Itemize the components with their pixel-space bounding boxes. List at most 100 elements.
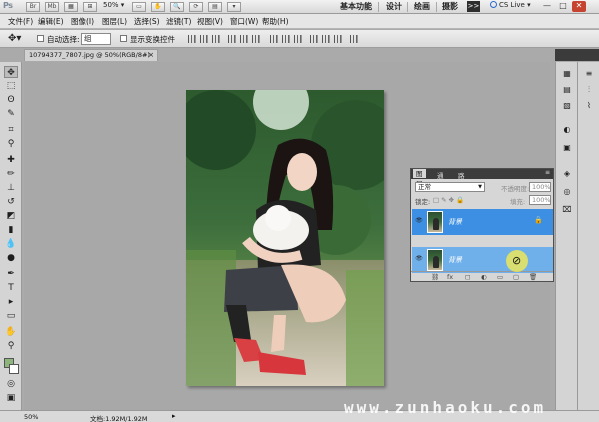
type-tool-icon[interactable]: T xyxy=(4,282,18,294)
workspace-photography[interactable]: 摄影 xyxy=(442,1,458,12)
adjustments-panel-icon[interactable]: ◐ xyxy=(561,124,573,135)
close-document-icon[interactable]: × xyxy=(148,50,154,61)
status-menu-icon[interactable]: ▸ xyxy=(172,412,176,420)
auto-align-icon[interactable] xyxy=(350,35,358,43)
maximize-button[interactable]: □ xyxy=(556,1,570,12)
menu-layer[interactable]: 图层(L) xyxy=(102,16,127,27)
styles-panel-icon[interactable]: ▧ xyxy=(561,100,573,111)
fx-icon[interactable]: fx xyxy=(447,273,453,281)
layers-panel-icon[interactable]: ◈ xyxy=(561,168,573,179)
screen-mode-icon[interactable]: ▣ xyxy=(4,392,18,404)
new-layer-icon[interactable]: ▢ xyxy=(513,273,519,281)
distribute-left-icon[interactable] xyxy=(310,35,318,43)
panel-menu-icon[interactable]: ≡ xyxy=(545,169,550,176)
cs-live-button[interactable]: CS Live ▾ xyxy=(490,1,531,9)
auto-select-checkbox[interactable] xyxy=(37,35,44,42)
clone-stamp-tool-icon[interactable]: ⊥ xyxy=(4,182,18,194)
workspace-essentials[interactable]: 基本功能 xyxy=(340,1,372,12)
zoom-icon-button[interactable]: 🔍 xyxy=(170,2,184,12)
menu-edit[interactable]: 编辑(E) xyxy=(38,16,64,27)
close-button[interactable]: ✕ xyxy=(572,1,586,12)
extras-button[interactable]: ▾ xyxy=(227,2,241,12)
menu-select[interactable]: 选择(S) xyxy=(134,16,160,27)
zoom-level-select[interactable]: 50% ▾ xyxy=(103,1,124,9)
history-brush-tool-icon[interactable]: ↺ xyxy=(4,196,18,208)
distribute-hcenter-icon[interactable] xyxy=(322,35,330,43)
shape-tool-icon[interactable]: ▭ xyxy=(4,310,18,322)
show-transform-checkbox[interactable] xyxy=(120,35,127,42)
align-top-icon[interactable] xyxy=(188,35,196,43)
distribute-right-icon[interactable] xyxy=(334,35,342,43)
move-tool-preset-icon[interactable]: ✥▾ xyxy=(8,33,21,44)
eraser-tool-icon[interactable]: ◩ xyxy=(4,210,18,222)
workspace-painting[interactable]: 绘画 xyxy=(414,1,430,12)
menu-view[interactable]: 视图(V) xyxy=(197,16,223,27)
eye-icon[interactable]: 👁 xyxy=(415,255,423,263)
panel-dock-header[interactable] xyxy=(555,49,599,61)
align-left-icon[interactable] xyxy=(228,35,236,43)
history-panel-icon[interactable]: ≡ xyxy=(583,68,595,79)
zoom-tool-icon[interactable]: ⚲ xyxy=(4,340,18,352)
workspace-design[interactable]: 设计 xyxy=(386,1,402,12)
mini-bridge-button[interactable]: Mb xyxy=(45,2,59,12)
eyedropper-tool-icon[interactable]: ⚲ xyxy=(4,138,18,150)
document-tab[interactable]: 10794377_7807.jpg @ 50%(RGB/8#) × xyxy=(24,49,158,61)
healing-brush-tool-icon[interactable]: ✚ xyxy=(4,154,18,166)
tab-layers[interactable]: 图层 xyxy=(413,169,426,188)
trash-icon[interactable]: 🗑 xyxy=(529,273,537,281)
menu-help[interactable]: 帮助(H) xyxy=(262,16,289,27)
bridge-button[interactable]: Br xyxy=(26,2,40,12)
path-selection-tool-icon[interactable]: ▸ xyxy=(4,296,18,308)
auto-select-dropdown[interactable]: 组 xyxy=(81,33,111,45)
pen-tool-icon[interactable]: ✒ xyxy=(4,268,18,280)
lasso-tool-icon[interactable]: ʘ xyxy=(4,94,18,106)
move-tool-icon[interactable]: ✥ xyxy=(4,66,18,78)
blur-tool-icon[interactable]: 💧 xyxy=(4,238,18,250)
menu-filter[interactable]: 滤镜(T) xyxy=(166,16,191,27)
distribute-top-icon[interactable] xyxy=(270,35,278,43)
document-image[interactable] xyxy=(186,90,384,386)
align-right-icon[interactable] xyxy=(252,35,260,43)
screen-mode-button[interactable]: ▭ xyxy=(132,2,146,12)
brush-presets-icon[interactable]: ⌇ xyxy=(583,100,595,111)
status-zoom[interactable]: 50% xyxy=(24,413,38,421)
layer-row[interactable]: 👁 背景 🔒 xyxy=(412,209,553,235)
swatches-panel-icon[interactable]: ▤ xyxy=(561,84,573,95)
marquee-tool-icon[interactable]: ⬚ xyxy=(4,80,18,92)
rotate-view-button[interactable]: ⟳ xyxy=(189,2,203,12)
layout-button[interactable]: ▤ xyxy=(208,2,222,12)
align-hcenter-icon[interactable] xyxy=(240,35,248,43)
align-vcenter-icon[interactable] xyxy=(200,35,208,43)
color-panel-icon[interactable]: ▦ xyxy=(561,68,573,79)
minimize-button[interactable]: — xyxy=(540,1,554,12)
distribute-vcenter-icon[interactable] xyxy=(282,35,290,43)
fill-field[interactable]: 100% xyxy=(529,195,551,205)
lock-icons[interactable]: □✎✥🔒 xyxy=(433,196,466,204)
blend-mode-select[interactable]: 正常 ▼ xyxy=(415,182,485,192)
distribute-bottom-icon[interactable] xyxy=(294,35,302,43)
channels-panel-icon[interactable]: ◎ xyxy=(561,186,573,197)
hand-icon-button[interactable]: ✋ xyxy=(151,2,165,12)
crop-tool-icon[interactable]: ⌗ xyxy=(4,124,18,136)
paths-panel-icon[interactable]: ⌧ xyxy=(561,204,573,215)
layer-name[interactable]: 背景 xyxy=(448,217,462,227)
link-icon[interactable]: ⛓ xyxy=(431,273,439,281)
mask-icon[interactable]: ◻ xyxy=(465,273,470,281)
gradient-tool-icon[interactable]: ▮ xyxy=(4,224,18,236)
layer-row[interactable]: 👁 背景 xyxy=(412,247,553,273)
folder-icon[interactable]: ▭ xyxy=(497,273,503,281)
masks-panel-icon[interactable]: ▣ xyxy=(561,142,573,153)
brush-tool-icon[interactable]: ✏ xyxy=(4,168,18,180)
hand-tool-icon[interactable]: ✋ xyxy=(4,326,18,338)
menu-file[interactable]: 文件(F) xyxy=(8,16,33,27)
background-color-swatch[interactable] xyxy=(9,364,19,374)
adjustment-icon[interactable]: ◐ xyxy=(481,273,487,281)
view-extras-button[interactable]: ▦ xyxy=(64,2,78,12)
align-bottom-icon[interactable] xyxy=(212,35,220,43)
eye-icon[interactable]: 👁 xyxy=(415,217,423,225)
opacity-field[interactable]: 100% xyxy=(529,182,551,192)
dodge-tool-icon[interactable]: ● xyxy=(4,252,18,264)
more-workspaces-button[interactable]: >> xyxy=(467,1,480,12)
arrange-documents-button[interactable]: ⊞ xyxy=(83,2,97,12)
menu-image[interactable]: 图像(I) xyxy=(71,16,94,27)
